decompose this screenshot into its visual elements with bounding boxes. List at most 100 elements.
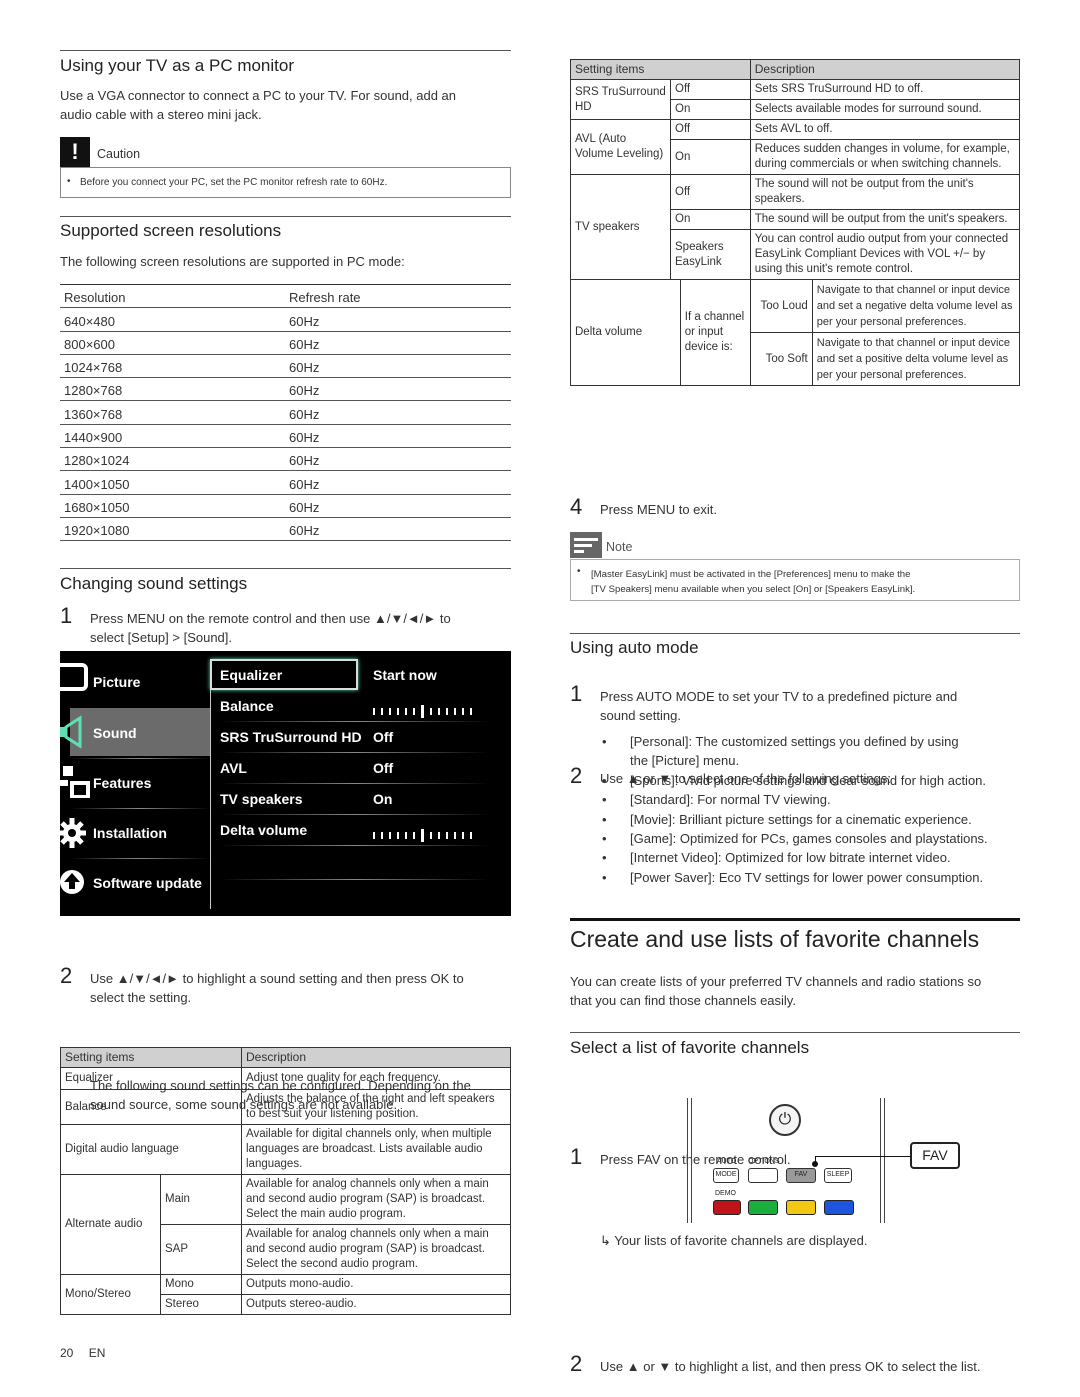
- step-number: 1: [60, 603, 73, 628]
- yellow-button[interactable]: [786, 1200, 816, 1215]
- menu-row-delta-volume[interactable]: Delta volume: [212, 814, 492, 845]
- table-row: TV speakers Off The sound will not be ou…: [570, 174, 1021, 280]
- balance-slider[interactable]: [373, 702, 478, 718]
- pc-monitor-title: Using your TV as a PC monitor: [60, 56, 294, 75]
- table-row: 1920×1080 60Hz: [60, 517, 511, 542]
- sleep-button[interactable]: SLEEP: [824, 1168, 852, 1183]
- fav-button[interactable]: FAV: [786, 1168, 816, 1183]
- step-text: Use ▲ or ▼ to highlight a list, and then…: [600, 1359, 981, 1374]
- menu-row-equalizer[interactable]: Equalizer Start now: [212, 659, 492, 690]
- delta-volume-slider[interactable]: [373, 826, 478, 842]
- table-row: SRS TruSurround HD Off Sets SRS TruSurro…: [570, 79, 1021, 120]
- auto-mode-option: [Movie]: Brilliant picture settings for …: [570, 810, 1030, 830]
- menu-item-installation[interactable]: Installation: [60, 808, 210, 858]
- row-value: Start now: [373, 667, 437, 683]
- resolution-cell: 1920×1080: [60, 517, 285, 542]
- caution-text: Before you connect your PC, set the PC m…: [80, 177, 388, 188]
- menu-column-divider: [210, 659, 211, 909]
- page-footer: 20 EN: [60, 1346, 105, 1360]
- menu-item-label: Picture: [93, 674, 141, 690]
- section-divider: [570, 1032, 1020, 1033]
- pc-monitor-intro-1: Use a VGA connector to connect a PC to y…: [60, 88, 457, 103]
- row-label: SRS TruSurround HD: [220, 729, 362, 745]
- left-column: Using your TV as a PC monitor Use a VGA …: [60, 0, 511, 1360]
- caution-box: • Before you connect your PC, set the PC…: [60, 167, 511, 198]
- table-row: Balance Adjusts the balance of the right…: [60, 1089, 511, 1125]
- table-row: Alternate audio Main Available for analo…: [60, 1174, 511, 1275]
- sound-settings-table-continued: Setting items Description SRS TruSurroun…: [570, 59, 1021, 386]
- description-cell: Navigate to that channel or input device…: [811, 332, 1021, 386]
- description-cell: The sound will be output from the unit's…: [749, 209, 1021, 230]
- menu-item-software-update[interactable]: Software update: [60, 858, 210, 908]
- refresh-cell: 60Hz: [285, 354, 511, 379]
- step-text: Press MENU to exit.: [600, 502, 718, 517]
- menu-row-balance[interactable]: Balance: [212, 690, 492, 721]
- red-button[interactable]: [713, 1200, 741, 1215]
- sound-step-4: 4 Press MENU to exit.: [570, 496, 1020, 519]
- table-row: 1280×1024 60Hz: [60, 447, 511, 472]
- description-cell: Sets SRS TruSurround HD to off.: [749, 79, 1021, 100]
- power-icon[interactable]: ⏻: [769, 1104, 801, 1136]
- tv-sound-menu: Picture Sound Features Installation Soft…: [60, 651, 511, 916]
- resolutions-table: Resolution Refresh rate 640×480 60Hz 800×…: [60, 283, 511, 542]
- note-box: • [Master EasyLink] must be activated in…: [570, 559, 1020, 601]
- table-header-row: Setting items Description: [570, 59, 1021, 80]
- option-cell: Main: [160, 1174, 242, 1225]
- table-row: Delta volume If a channel or input devic…: [570, 279, 1021, 386]
- menu-row-tv-speakers[interactable]: TV speakers On: [212, 783, 492, 814]
- option-cell: Mono: [160, 1274, 242, 1295]
- blue-button[interactable]: [824, 1200, 854, 1215]
- menu-item-sound[interactable]: Sound: [60, 708, 210, 756]
- menu-item-label: Features: [93, 775, 152, 791]
- option-text: the [Picture] menu.: [630, 753, 740, 769]
- resolution-cell: 800×600: [60, 331, 285, 355]
- menu-divider: [70, 758, 210, 759]
- section-divider: [60, 216, 511, 217]
- setting-cell: SRS TruSurround HD: [570, 79, 671, 120]
- option-cell: On: [670, 209, 751, 230]
- setting-cell: Alternate audio: [60, 1174, 161, 1275]
- auto-mode-option: [Power Saver]: Eco TV settings for lower…: [570, 868, 1030, 888]
- mode-button[interactable]: MODE: [713, 1168, 739, 1183]
- step-number: 2: [570, 1351, 583, 1376]
- resolution-cell: 1280×768: [60, 377, 285, 402]
- right-column: Setting items Description SRS TruSurroun…: [570, 0, 1021, 1375]
- table-row: 1280×768 60Hz: [60, 377, 511, 402]
- resolution-cell: 1024×768: [60, 354, 285, 379]
- resolution-cell: 1280×1024: [60, 447, 285, 472]
- features-icon: [60, 766, 90, 798]
- description-cell: Navigate to that channel or input device…: [811, 279, 1021, 333]
- menu-item-features[interactable]: Features: [60, 758, 210, 808]
- step-number: 2: [60, 963, 73, 988]
- options-label: OPTIONS: [748, 1158, 780, 1165]
- favorites-step-2: 2 Use ▲ or ▼ to highlight a list, and th…: [570, 1351, 1020, 1376]
- setting-cell: TV speakers: [570, 174, 671, 280]
- setting-cell: AVL (Auto Volume Leveling): [570, 119, 671, 175]
- row-label: Equalizer: [220, 667, 283, 683]
- row-label: Balance: [220, 698, 274, 714]
- auto-step-1: 1 Press AUTO MODE to set your TV to a pr…: [570, 683, 1020, 725]
- gear-icon: [60, 818, 86, 848]
- favorites-title: Create and use lists of favorite channel…: [570, 926, 980, 952]
- step-text: Press AUTO MODE to set your TV to a pred…: [600, 689, 958, 704]
- favorites-intro-2: that you can find those channels easily.: [570, 993, 796, 1008]
- table-row: Digital audio language Available for dig…: [60, 1124, 511, 1175]
- resolution-cell: 1360×768: [60, 400, 285, 425]
- menu-row-avl[interactable]: AVL Off: [212, 752, 492, 783]
- description-cell: Outputs mono-audio.: [241, 1274, 511, 1295]
- row-value: Off: [373, 729, 394, 745]
- description-cell: Adjusts the balance of the right and lef…: [241, 1089, 511, 1125]
- refresh-cell: 60Hz: [285, 447, 511, 472]
- demo-label: DEMO: [715, 1190, 736, 1197]
- refresh-cell: 60Hz: [285, 307, 511, 332]
- options-button[interactable]: [748, 1168, 778, 1183]
- sound-step-1: 1 Press MENU on the remote control and t…: [60, 603, 511, 647]
- green-button[interactable]: [748, 1200, 778, 1215]
- menu-item-picture[interactable]: Picture: [60, 657, 210, 707]
- sound-step-2: 2 Use ▲/▼/◄/► to highlight a sound setti…: [60, 963, 511, 1007]
- menu-divider: [220, 879, 490, 880]
- auto-mode-options: [Personal]: The customized settings you …: [570, 732, 1030, 888]
- note-text: [Master EasyLink] must be activated in t…: [591, 567, 915, 597]
- menu-divider: [220, 721, 490, 722]
- menu-row-srs[interactable]: SRS TruSurround HD Off: [212, 721, 492, 752]
